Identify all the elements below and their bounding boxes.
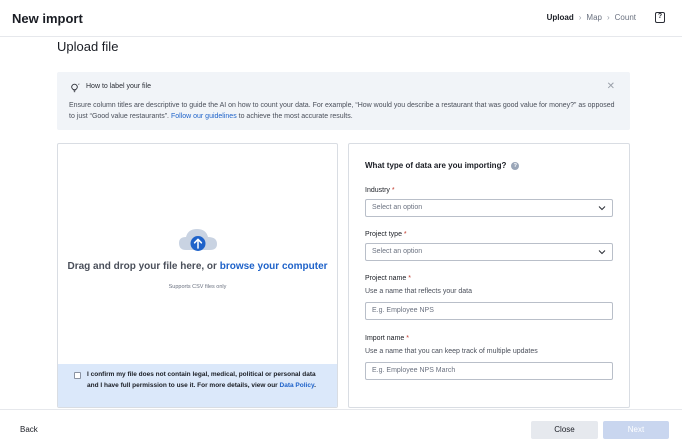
page-title: Upload file (57, 39, 119, 54)
confirm-end: . (314, 381, 316, 389)
project-type-label: Project type * (365, 231, 407, 238)
guidelines-link[interactable]: Follow our guidelines (171, 113, 237, 120)
project-name-label: Project name * (365, 275, 411, 282)
import-name-label: Import name * (365, 335, 409, 342)
close-button[interactable]: Close (531, 421, 598, 439)
banner-text-end: to achieve the most accurate results. (236, 112, 353, 120)
drop-instructions: Drag and drop your file here, or browse … (58, 261, 337, 272)
project-type-select[interactable]: Select an option (365, 243, 613, 261)
confirm-panel: I confirm my file does not contain legal… (58, 364, 337, 407)
chevron-right-icon: › (578, 13, 582, 22)
industry-placeholder: Select an option (372, 204, 423, 211)
file-dropzone[interactable]: Drag and drop your file here, or browse … (57, 143, 338, 408)
close-icon[interactable]: ✕ (607, 81, 615, 92)
data-type-form: What type of data are you importing?? In… (348, 143, 630, 408)
step-count: Count (614, 13, 636, 22)
industry-label-text: Industry (365, 187, 390, 194)
import-name-input[interactable]: E.g. Employee NPS March (365, 362, 613, 380)
question-icon[interactable]: ? (655, 12, 665, 23)
chevron-down-icon (598, 250, 606, 255)
project-name-input[interactable]: E.g. Employee NPS (365, 302, 613, 320)
project-type-placeholder: Select an option (372, 248, 423, 255)
required-mark: * (391, 187, 395, 194)
import-name-hint: Use a name that you can keep track of mu… (365, 348, 538, 355)
file-type-hint: Supports CSV files only (168, 284, 227, 290)
cloud-upload-icon (179, 229, 217, 251)
form-title: What type of data are you importing?? (365, 161, 520, 170)
required-mark: * (408, 275, 411, 282)
app-header: New import Upload › Map › Count ? (0, 0, 682, 37)
browse-link[interactable]: browse your computer (220, 261, 328, 272)
chevron-right-icon: › (606, 13, 610, 22)
banner-body: Ensure column titles are descriptive to … (69, 101, 621, 122)
required-mark: * (403, 231, 407, 238)
next-button[interactable]: Next (603, 421, 669, 439)
project-name-hint: Use a name that reflects your data (365, 288, 472, 295)
import-name-placeholder: E.g. Employee NPS March (372, 367, 456, 374)
industry-select[interactable]: Select an option (365, 199, 613, 217)
data-policy-link[interactable]: Data Policy (280, 382, 315, 389)
drop-text: Drag and drop your file here, or (67, 261, 220, 272)
industry-label: Industry * (365, 187, 395, 194)
required-mark: * (406, 335, 409, 342)
label-guidance-banner: How to label your file ✕ Ensure column t… (57, 72, 630, 130)
confirm-label: I confirm my file does not contain legal… (87, 370, 327, 391)
lightbulb-icon (71, 83, 80, 93)
form-title-text: What type of data are you importing? (365, 161, 507, 170)
banner-title: How to label your file (86, 83, 151, 90)
app-title: New import (12, 11, 83, 26)
info-icon[interactable]: ? (511, 161, 520, 170)
project-name-label-text: Project name (365, 275, 407, 282)
project-type-label-text: Project type (365, 231, 402, 238)
project-name-placeholder: E.g. Employee NPS (372, 307, 434, 314)
footer-bar: Back Close Next (0, 409, 682, 448)
back-button[interactable]: Back (20, 425, 38, 434)
step-map: Map (586, 13, 602, 22)
import-name-label-text: Import name (365, 335, 405, 342)
import-stepper: Upload › Map › Count (547, 13, 636, 22)
confirm-checkbox[interactable] (74, 372, 81, 379)
step-upload: Upload (546, 13, 574, 22)
chevron-down-icon (598, 206, 606, 211)
